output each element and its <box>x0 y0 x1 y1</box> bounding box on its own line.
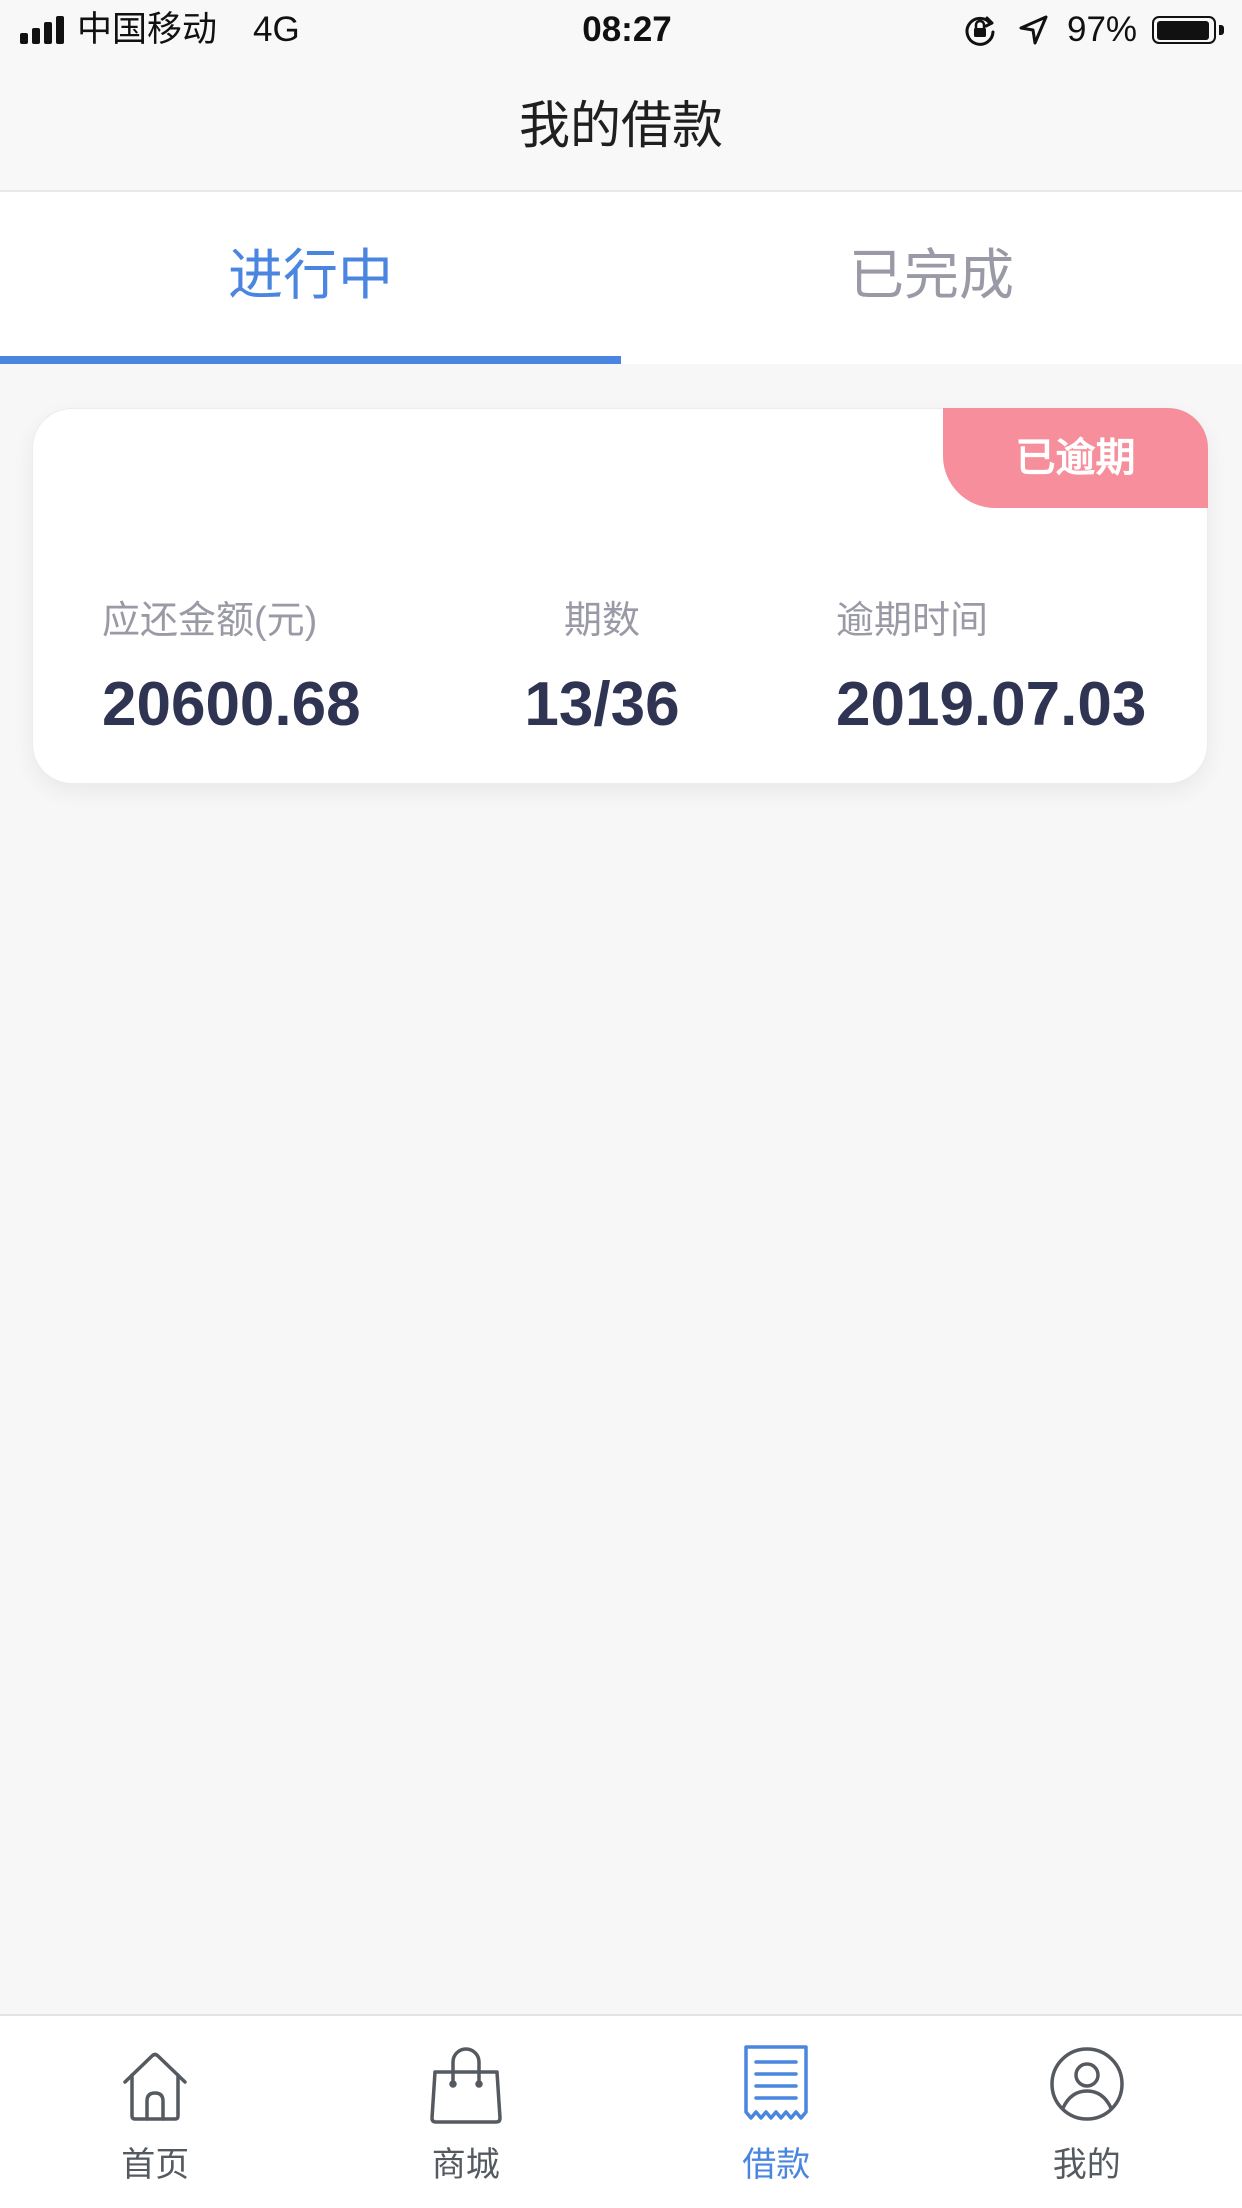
bottom-tab-bar: 首页 商城 借款 我的 <box>0 2014 1242 2208</box>
amount-due-label: 应还金额(元) <box>102 600 318 642</box>
tab-bar-item-profile[interactable]: 我的 <box>932 2016 1242 2208</box>
tab-bar-item-loans[interactable]: 借款 <box>621 2016 932 2208</box>
status-time: 08:27 <box>582 10 672 49</box>
carrier-name: 中国移动 <box>77 10 218 49</box>
tab-bar-item-home[interactable]: 首页 <box>0 2016 311 2208</box>
tab-bar-label-loans: 借款 <box>742 2146 811 2184</box>
active-tab-indicator <box>0 356 621 364</box>
status-bar: 中国移动 4G 08:27 97% <box>0 0 1242 62</box>
tab-bar-item-mall[interactable]: 商城 <box>311 2016 622 2208</box>
battery-nub <box>1219 25 1224 35</box>
receipt-icon <box>736 2042 816 2126</box>
shopping-bag-icon <box>426 2042 506 2126</box>
loan-status-tabs: 进行中 已完成 <box>0 192 1242 364</box>
tab-completed[interactable]: 已完成 <box>621 192 1242 358</box>
tab-bar-label-home: 首页 <box>121 2146 190 2184</box>
tab-bar-label-mall: 商城 <box>431 2146 500 2184</box>
battery-percent: 97% <box>1067 10 1138 49</box>
periods-label: 期数 <box>563 600 640 642</box>
location-arrow-icon <box>1019 15 1048 45</box>
tab-in-progress[interactable]: 进行中 <box>0 192 621 358</box>
overdue-date-value: 2019.07.03 <box>836 670 1147 739</box>
page-title: 我的借款 <box>518 97 723 154</box>
home-icon <box>115 2042 195 2126</box>
loan-card[interactable]: 已逾期 应还金额(元) 20600.68 期数 13/36 逾期时间 2019.… <box>32 408 1208 784</box>
overdue-status-badge: 已逾期 <box>943 408 1208 508</box>
periods-value: 13/36 <box>524 670 680 739</box>
orientation-lock-icon <box>965 16 995 46</box>
amount-due-value: 20600.68 <box>102 670 361 739</box>
battery-icon <box>1152 16 1216 44</box>
tab-bar-label-profile: 我的 <box>1052 2146 1121 2184</box>
overdue-date-label: 逾期时间 <box>836 600 989 642</box>
battery-level-fill <box>1156 20 1209 40</box>
profile-icon <box>1047 2042 1127 2126</box>
navigation-bar: 我的借款 <box>0 62 1242 192</box>
network-type: 4G <box>253 10 300 49</box>
signal-strength-icon <box>20 16 64 44</box>
